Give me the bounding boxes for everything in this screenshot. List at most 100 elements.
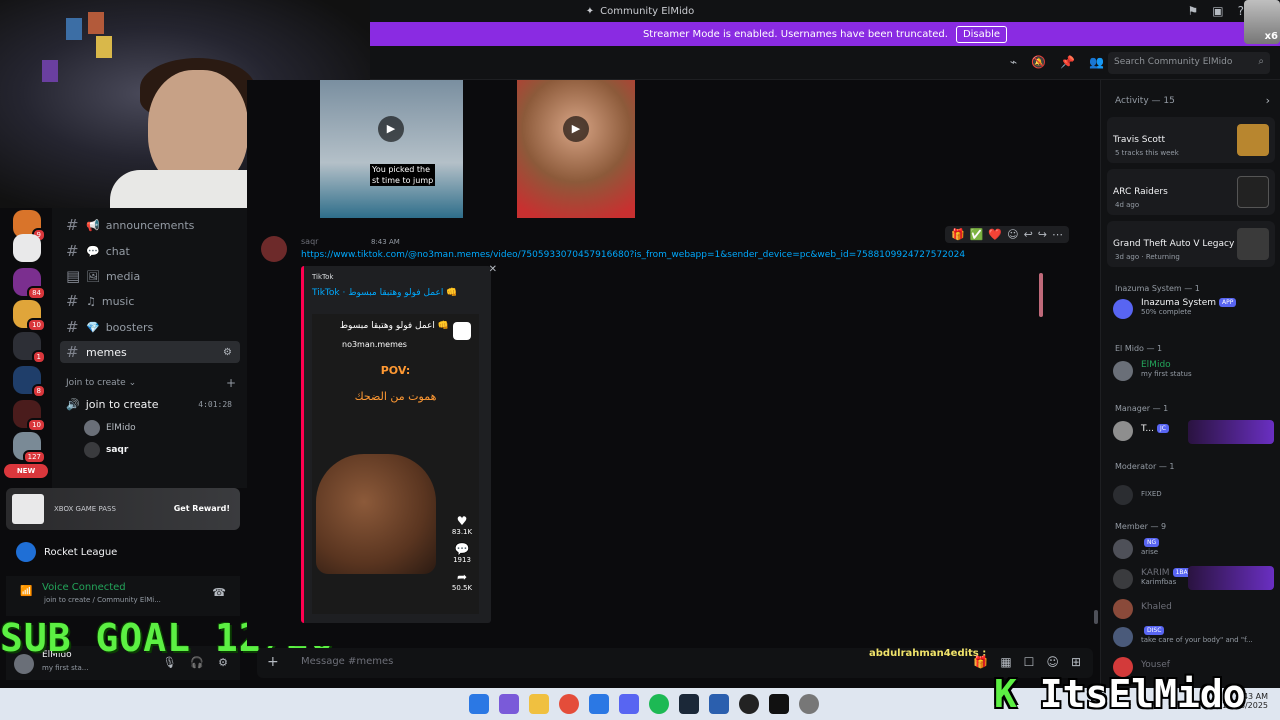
member-item[interactable]: DISC take care of your body" and "f... [1113, 626, 1275, 647]
activity-card[interactable]: Grand Theft Auto V Legacy 3d ago · Retur… [1107, 221, 1275, 267]
avatar [1113, 485, 1133, 505]
chevron-right-icon[interactable]: › [1266, 94, 1270, 107]
server-icon[interactable]: 1 [13, 332, 46, 364]
video-thumbnail[interactable]: ▶ [517, 80, 635, 218]
avatar [1113, 361, 1133, 381]
add-channel-icon[interactable]: + [226, 376, 236, 390]
server-rail: 9 84 10 1 8 10 127 NEW [0, 208, 52, 488]
channel-announcements[interactable]: # 📢 announcements [60, 214, 240, 236]
steam-icon[interactable] [679, 694, 699, 714]
settings-icon[interactable]: ⚙ [223, 347, 232, 358]
embed-title[interactable]: TikTok · اعمل فولو وهتبقا مبسوط 👊 [312, 288, 457, 298]
disconnect-icon[interactable]: ☎ [212, 586, 226, 599]
wall-poster [88, 12, 104, 34]
emoji-icon[interactable]: ☺ [1046, 655, 1059, 669]
channel-media[interactable]: ▤ 🖼 media [60, 265, 240, 287]
diamond-icon: 💎 [86, 320, 100, 334]
share-icon[interactable]: ➦ [449, 570, 475, 584]
xbox-promo[interactable]: XBOX GAME PASS Get Reward! [6, 488, 240, 530]
reaction-check[interactable]: ✅ [970, 228, 984, 241]
channel-chat[interactable]: # 💬 chat [60, 240, 240, 262]
signal-icon: 📶 [20, 586, 33, 597]
spotify-icon[interactable] [649, 694, 669, 714]
close-icon[interactable]: ✕ [489, 264, 497, 275]
inbox-icon[interactable]: ⚑ [1188, 4, 1199, 18]
store-icon[interactable] [589, 694, 609, 714]
channel-label: music [101, 294, 135, 308]
voice-channel-join-to-create[interactable]: 🔊 join to create 4:01:28 [60, 393, 240, 415]
embed-scroll[interactable] [1039, 273, 1043, 317]
member-item[interactable]: ElMido my first status [1113, 360, 1275, 381]
avatar [1113, 299, 1133, 319]
epic-games-icon[interactable] [769, 694, 789, 714]
notification-icon[interactable]: 🔕 [1031, 55, 1046, 69]
play-icon[interactable]: ▶ [378, 116, 404, 142]
activity-card[interactable]: ARC Raiders 4d ago [1107, 169, 1275, 215]
pin-icon[interactable]: 📌 [1060, 55, 1075, 69]
disable-button[interactable]: Disable [955, 25, 1008, 43]
server-icon[interactable]: 10 [13, 400, 46, 432]
voice-category[interactable]: Join to create ⌄ + [66, 376, 236, 390]
heart-icon[interactable]: ♥ [449, 514, 475, 528]
app-icon[interactable] [739, 694, 759, 714]
video-thumbnail[interactable]: ▶ You picked the st time to jump [320, 80, 463, 218]
rocket-league-icon [16, 542, 36, 562]
server-icon[interactable]: 84 [13, 268, 46, 300]
server-icon[interactable] [13, 234, 41, 262]
activity-card[interactable]: Travis Scott 5 tracks this week [1107, 117, 1275, 163]
avatar [1113, 421, 1133, 441]
play-icon[interactable]: ▶ [563, 116, 589, 142]
member-banner [1188, 566, 1274, 590]
settings-icon[interactable] [799, 694, 819, 714]
comment-icon[interactable]: 💬 [449, 542, 475, 556]
more-icon[interactable]: ⋯ [1052, 228, 1063, 241]
forward-icon[interactable]: ↪ [1038, 228, 1047, 241]
threads-icon[interactable]: ⌁ [1010, 55, 1017, 69]
megaphone-icon: 📢 [86, 218, 100, 232]
typing-indicator: abdulrahman4edits : [869, 648, 987, 659]
hash-icon: # [66, 292, 79, 310]
reaction-gift[interactable]: 🎁 [951, 228, 965, 241]
file-explorer-icon[interactable] [529, 694, 549, 714]
now-playing[interactable]: Rocket League [6, 536, 240, 568]
channel-memes[interactable]: # memes ⚙ [60, 341, 240, 363]
album-art [1237, 124, 1269, 156]
chrome-icon[interactable] [559, 694, 579, 714]
discord-icon[interactable] [619, 694, 639, 714]
wall-poster [66, 18, 82, 40]
message-link[interactable]: https://www.tiktok.com/@no3man.memes/vid… [301, 250, 965, 260]
members-icon[interactable]: 👥 [1089, 55, 1104, 69]
music-icon: ♫ [86, 294, 96, 308]
get-reward-button[interactable]: Get Reward! [174, 504, 230, 513]
message-composer[interactable]: + Message #memes abdulrahman4edits : 🎁 ▦… [257, 648, 1093, 678]
reply-icon[interactable]: ↩ [1024, 228, 1033, 241]
gift-icon[interactable]: 🎁 [973, 655, 988, 669]
channel-music[interactable]: # ♫ music [60, 290, 240, 312]
apps-icon[interactable]: ⊞ [1071, 655, 1081, 669]
add-attachment-icon[interactable]: + [267, 654, 279, 670]
sticker-icon[interactable]: ☐ [1024, 655, 1035, 669]
copilot-icon[interactable] [499, 694, 519, 714]
gif-icon[interactable]: ▦ [1000, 655, 1011, 669]
add-reaction-icon[interactable]: ☺ [1007, 228, 1018, 241]
member-item[interactable]: Inazuma System APP 50% complete [1113, 298, 1275, 319]
channel-boosters[interactable]: # 💎 boosters [60, 316, 240, 338]
shares-count: 50.5K [451, 584, 473, 592]
voice-member[interactable]: saqr [84, 442, 234, 458]
server-icon[interactable]: 10 [13, 300, 46, 332]
reaction-heart[interactable]: ❤️ [988, 228, 1002, 241]
chat-scrollbar[interactable] [1094, 610, 1098, 624]
member-item[interactable]: NG arise [1113, 538, 1275, 559]
server-icon[interactable]: 127 [13, 432, 46, 464]
avatar[interactable] [261, 236, 287, 262]
voice-member[interactable]: ElMido [84, 420, 234, 436]
member-item[interactable]: FIXED [1113, 484, 1275, 505]
search-input[interactable]: Search Community ElMido ⌕ [1108, 52, 1270, 74]
member-item[interactable]: Khaled [1113, 598, 1275, 619]
message-author[interactable]: saqr [301, 237, 318, 246]
shield-icon[interactable] [709, 694, 729, 714]
embed-video[interactable]: اعمل فولو وهتبقا مبسوط 👊 no3man.memes PO… [312, 314, 479, 614]
screen-icon[interactable]: ▣ [1212, 4, 1223, 18]
server-icon[interactable]: 8 [13, 366, 46, 398]
windows-start-icon[interactable] [469, 694, 489, 714]
